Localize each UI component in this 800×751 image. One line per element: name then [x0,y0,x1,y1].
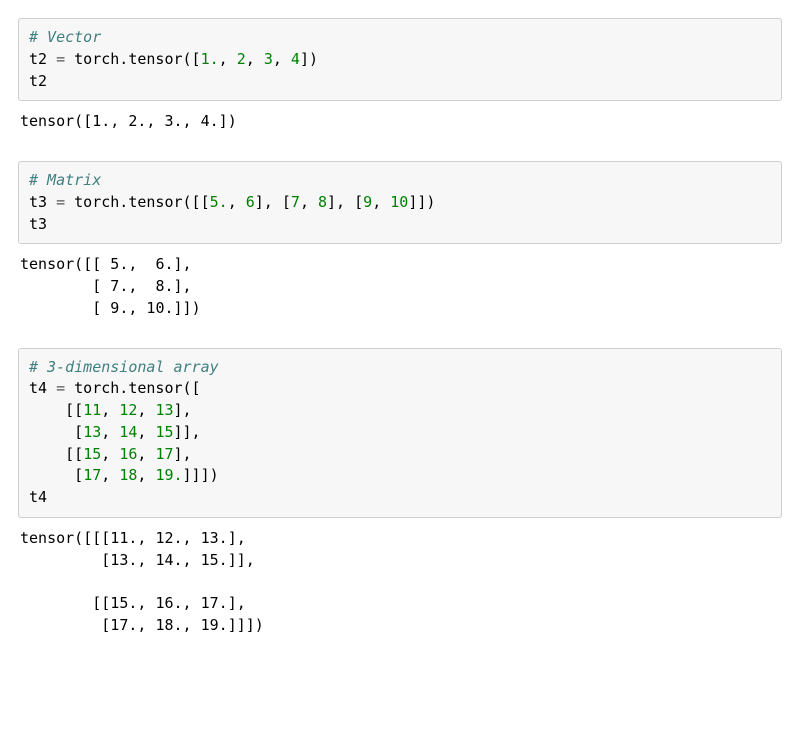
code-cell-2[interactable]: # Matrix t3 = torch.tensor([[5., 6], [7,… [18,161,782,244]
code-content: # Matrix t3 = torch.tensor([[5., 6], [7,… [29,171,435,233]
code-cell-0[interactable]: # Vector t2 = torch.tensor([1., 2, 3, 4]… [18,18,782,101]
notebook-root: # Vector t2 = torch.tensor([1., 2, 3, 4]… [18,18,782,651]
code-cell-4[interactable]: # 3-dimensional array t4 = torch.tensor(… [18,348,782,518]
output-cell-1: tensor([1., 2., 3., 4.]) [18,105,782,147]
output-cell-3: tensor([[ 5., 6.], [ 7., 8.], [ 9., 10.]… [18,248,782,333]
code-content: # 3-dimensional array t4 = torch.tensor(… [29,358,219,507]
code-content: # Vector t2 = torch.tensor([1., 2, 3, 4]… [29,28,318,90]
output-cell-5: tensor([[[11., 12., 13.], [13., 14., 15.… [18,522,782,651]
